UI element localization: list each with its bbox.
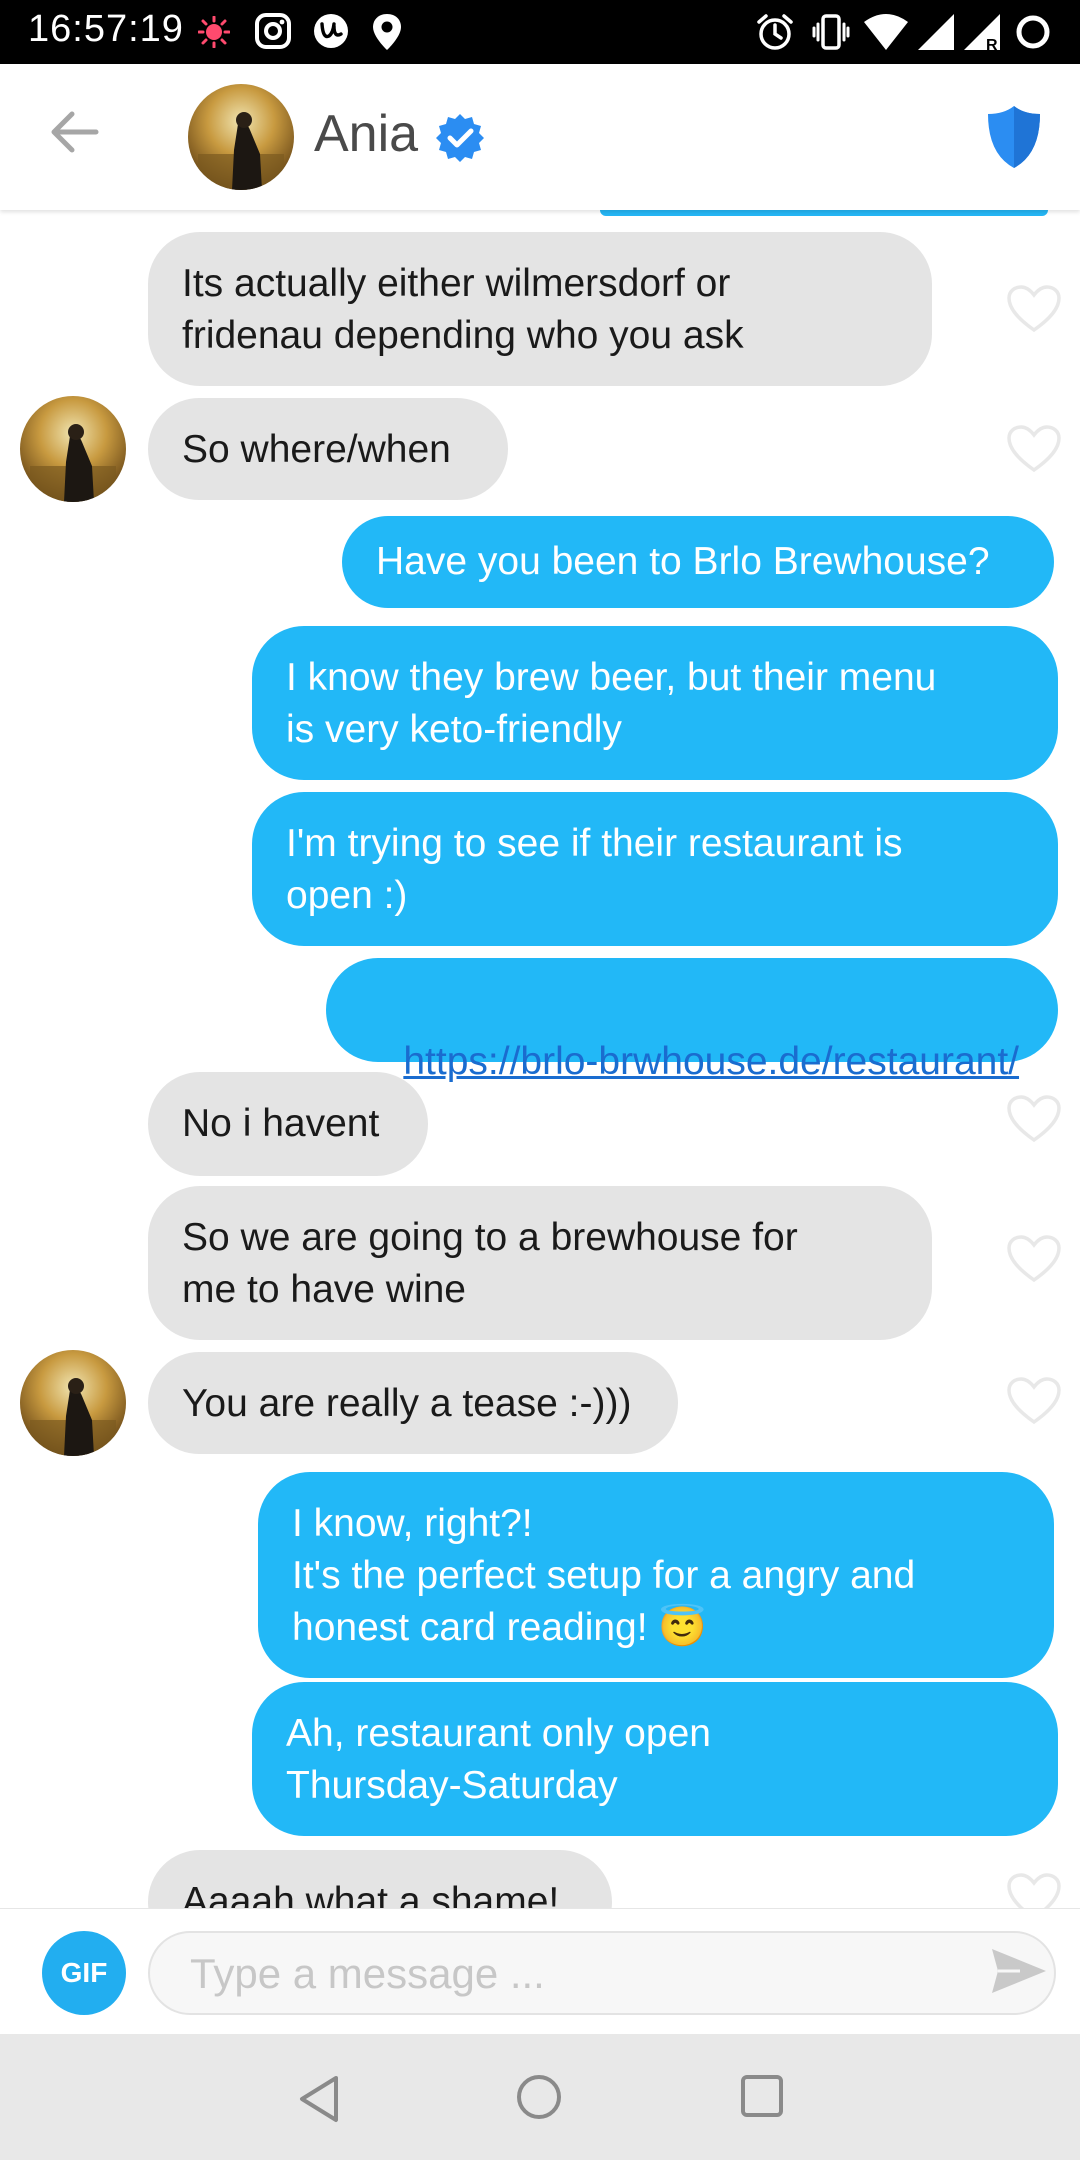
like-heart-icon[interactable] [1006, 1872, 1062, 1908]
system-nav-bar [0, 2034, 1080, 2160]
battery-circle-icon [1016, 15, 1050, 49]
message-link[interactable]: https://brlo-brwhouse.de/restaurant/ [403, 1040, 1019, 1083]
received-message[interactable]: So we are going to a brewhouse for me to… [148, 1186, 932, 1340]
location-pin-icon [373, 14, 401, 50]
sent-message[interactable]: I know, right?! It's the perfect setup f… [258, 1472, 1054, 1678]
message-list[interactable]: Its actually either wilmersdorf or fride… [0, 210, 1080, 1908]
like-heart-icon[interactable] [1006, 1234, 1062, 1284]
previous-message-edge [600, 210, 1048, 216]
chat-header: Ania [0, 64, 1080, 210]
back-arrow-icon[interactable] [40, 104, 110, 160]
nav-recents-icon[interactable] [738, 2072, 786, 2120]
svg-text:R: R [986, 37, 998, 52]
wifi-icon [864, 14, 908, 50]
message-input[interactable] [188, 1933, 972, 2015]
sent-message[interactable]: Have you been to Brlo Brewhouse? [342, 516, 1054, 608]
notification-dot-icon [198, 16, 230, 48]
signal-roaming-icon: R [964, 14, 1000, 52]
received-message[interactable]: So where/when [148, 398, 508, 500]
received-message[interactable]: Its actually either wilmersdorf or fride… [148, 232, 932, 386]
status-bar: 16:57:19 R [0, 0, 1080, 64]
received-message[interactable]: No i havent [148, 1072, 428, 1176]
contact-name[interactable]: Ania [314, 104, 418, 164]
like-heart-icon[interactable] [1006, 1376, 1062, 1426]
vibrate-icon [812, 14, 850, 50]
sent-link-message: https://brlo-brwhouse.de/restaurant/ [326, 958, 1058, 1083]
message-input-container[interactable] [148, 1931, 1056, 2015]
nav-back-icon[interactable] [296, 2074, 342, 2124]
like-heart-icon[interactable] [1006, 1094, 1062, 1144]
verified-badge-icon [436, 114, 484, 162]
gif-button[interactable]: GIF [42, 1931, 126, 2015]
sent-message[interactable]: I know they brew beer, but their menu is… [252, 626, 1058, 780]
message-composer: GIF [0, 1908, 1080, 2035]
status-time: 16:57:19 [28, 8, 184, 50]
like-heart-icon[interactable] [1006, 284, 1062, 334]
alarm-icon [757, 14, 793, 50]
sent-message[interactable]: I'm trying to see if their restaurant is… [252, 792, 1058, 946]
signal-icon [918, 14, 954, 50]
u-app-icon [314, 14, 348, 48]
shield-icon[interactable] [986, 104, 1042, 170]
sender-avatar[interactable] [20, 1350, 126, 1456]
received-message[interactable]: Aaaah what a shame! [148, 1850, 612, 1908]
send-icon[interactable] [990, 1945, 1048, 1997]
instagram-icon [255, 13, 291, 49]
sent-message[interactable]: Ah, restaurant only open Thursday-Saturd… [252, 1682, 1058, 1836]
like-heart-icon[interactable] [1006, 424, 1062, 474]
received-message[interactable]: You are really a tease :-))) [148, 1352, 678, 1454]
nav-home-icon[interactable] [514, 2072, 564, 2122]
sender-avatar[interactable] [20, 396, 126, 502]
avatar[interactable] [188, 84, 294, 190]
